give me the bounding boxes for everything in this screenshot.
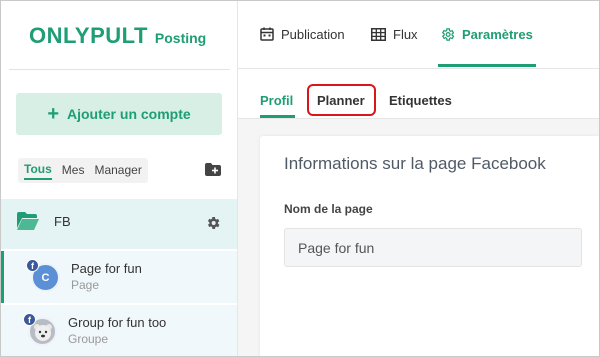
bear-avatar-icon bbox=[33, 323, 52, 341]
page-name-label: Nom de la page bbox=[284, 202, 373, 216]
folder-add-icon[interactable] bbox=[205, 163, 221, 176]
filter-tab-tous[interactable]: Tous bbox=[24, 162, 52, 180]
nav-flux-label: Flux bbox=[393, 26, 418, 42]
app-window: ONLYPULT Posting + Ajouter un compte Tou… bbox=[0, 0, 600, 357]
active-tab-indicator bbox=[260, 115, 295, 118]
page-name-input[interactable]: Page for fun bbox=[284, 228, 582, 267]
brand-product: Posting bbox=[154, 30, 207, 46]
nav-publication[interactable]: Publication bbox=[260, 25, 345, 43]
facebook-badge-icon: f bbox=[23, 313, 36, 326]
grid-icon bbox=[371, 27, 386, 41]
add-account-button[interactable]: + Ajouter un compte bbox=[16, 93, 222, 135]
active-nav-indicator bbox=[438, 64, 536, 67]
filter-tab-mes[interactable]: Mes bbox=[62, 163, 85, 179]
brand-logo[interactable]: ONLYPULT Posting bbox=[29, 23, 206, 49]
page-type: Groupe bbox=[68, 332, 109, 346]
page-title: Group for fun too bbox=[68, 315, 167, 330]
top-navigation: Publication Flux Paramètres bbox=[238, 1, 599, 69]
nav-publication-label: Publication bbox=[281, 26, 345, 42]
calendar-icon bbox=[260, 27, 274, 41]
folder-open-icon bbox=[17, 212, 39, 230]
group-label: FB bbox=[54, 214, 71, 229]
facebook-badge-icon: f bbox=[26, 259, 39, 272]
add-account-label: Ajouter un compte bbox=[67, 106, 191, 122]
page-title: Page for fun bbox=[71, 261, 142, 276]
sidebar-page-row[interactable]: C f Page for fun Page bbox=[1, 251, 237, 303]
nav-parametres-label: Paramètres bbox=[462, 26, 533, 42]
card-title: Informations sur la page Facebook bbox=[284, 154, 546, 173]
sidebar: ONLYPULT Posting + Ajouter un compte Tou… bbox=[1, 1, 238, 356]
nav-flux[interactable]: Flux bbox=[371, 25, 418, 43]
planner-highlight-box bbox=[307, 84, 376, 116]
account-group-row[interactable]: FB bbox=[1, 199, 237, 249]
sidebar-page-row[interactable]: f Group for fun too Groupe bbox=[1, 305, 237, 356]
filter-tab-manager[interactable]: Manager bbox=[94, 163, 141, 179]
gear-icon bbox=[441, 27, 455, 41]
brand-name: ONLYPULT bbox=[29, 23, 148, 48]
tab-profil[interactable]: Profil bbox=[260, 93, 293, 108]
account-filter-tabs: Tous Mes Manager bbox=[18, 158, 148, 183]
plus-icon: + bbox=[47, 103, 59, 125]
main-content: Publication Flux Paramètres Profil Plann… bbox=[238, 1, 599, 356]
settings-subtabs: Profil Planner Etiquettes bbox=[238, 69, 599, 119]
sidebar-divider bbox=[9, 69, 230, 70]
tab-etiquettes[interactable]: Etiquettes bbox=[389, 93, 452, 108]
page-type: Page bbox=[71, 278, 100, 292]
gear-icon[interactable] bbox=[205, 215, 221, 231]
nav-parametres[interactable]: Paramètres bbox=[440, 25, 533, 43]
page-info-card: Informations sur la page Facebook Nom de… bbox=[260, 136, 599, 356]
